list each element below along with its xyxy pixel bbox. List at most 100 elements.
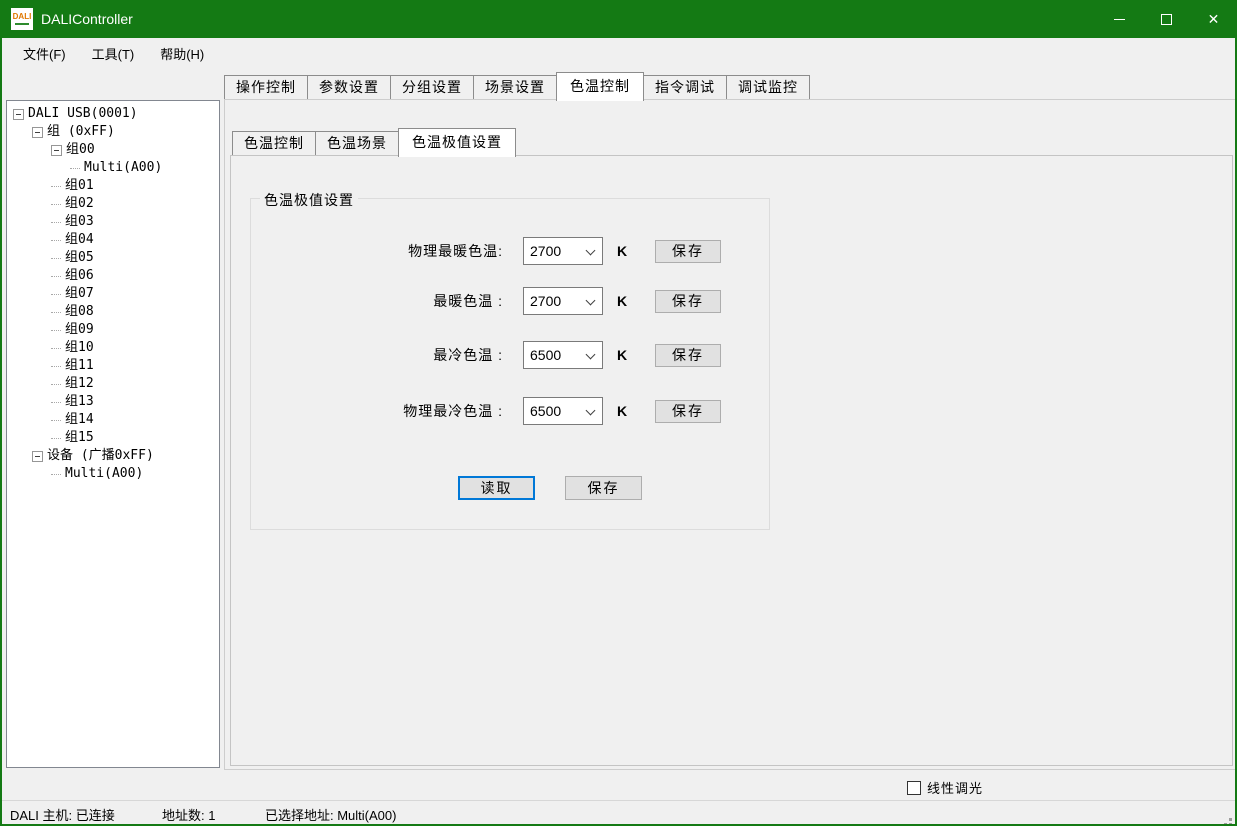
tree-item-group04[interactable]: 组04 [7, 231, 219, 249]
tree-item-group15[interactable]: 组15 [7, 429, 219, 447]
tab-parameter-settings[interactable]: 参数设置 [307, 75, 391, 99]
tree-item-group10[interactable]: 组10 [7, 339, 219, 357]
tree-connector [51, 240, 61, 241]
chevron-down-icon [586, 296, 596, 306]
device-tree: DALI USB(0001) 组 (0xFF) 组00 Multi(A00) 组… [6, 100, 220, 768]
resize-grip[interactable] [1229, 818, 1232, 821]
menu-help[interactable]: 帮助(H) [147, 40, 217, 67]
tree-item-group08[interactable]: 组08 [7, 303, 219, 321]
save-physical-warmest-button[interactable]: 保存 [655, 240, 721, 263]
chevron-down-icon [586, 406, 596, 416]
save-physical-coolest-button[interactable]: 保存 [655, 400, 721, 423]
collapse-icon[interactable] [51, 145, 62, 156]
warmest-select[interactable]: 2700 [523, 287, 603, 315]
unit-label: K [617, 403, 631, 419]
app-icon-bar [15, 23, 29, 25]
tree-item-group-root[interactable]: 组 (0xFF) [7, 123, 219, 141]
tree-connector [51, 330, 61, 331]
tree-connector [70, 168, 80, 169]
linear-dimming-label: 线性调光 [927, 778, 983, 797]
save-all-button[interactable]: 保存 [565, 476, 642, 500]
tree-item-group13[interactable]: 组13 [7, 393, 219, 411]
close-button[interactable]: ✕ [1190, 0, 1237, 38]
combo-value: 2700 [530, 293, 561, 309]
menu-tools[interactable]: 工具(T) [79, 40, 148, 67]
tree-connector [51, 312, 61, 313]
collapse-icon[interactable] [32, 127, 43, 138]
coolest-select[interactable]: 6500 [523, 341, 603, 369]
tree-connector [51, 276, 61, 277]
tree-item-group11[interactable]: 组11 [7, 357, 219, 375]
window-controls: ✕ [1096, 0, 1237, 38]
row-physical-warmest: 物理最暖色温: 2700 K 保存 [251, 237, 769, 265]
tab-scene-settings[interactable]: 场景设置 [473, 75, 557, 99]
tree-connector [51, 384, 61, 385]
read-button[interactable]: 读取 [458, 476, 535, 500]
status-selected-address: 已选择地址: Multi(A00) [265, 805, 396, 824]
subtab-color-temp-control[interactable]: 色温控制 [232, 131, 316, 155]
app-icon: DALI [11, 8, 33, 30]
status-host: DALI 主机: 已连接 [10, 805, 115, 824]
physical-coolest-select[interactable]: 6500 [523, 397, 603, 425]
physical-warmest-select[interactable]: 2700 [523, 237, 603, 265]
row-physical-coolest: 物理最冷色温 : 6500 K 保存 [251, 397, 769, 425]
collapse-icon[interactable] [32, 451, 43, 462]
sub-tabstrip: 色温控制 色温场景 色温极值设置 [232, 127, 515, 155]
tree-item-device-multi-a00[interactable]: Multi(A00) [7, 465, 219, 483]
app-window: DALI DALIController ✕ 文件(F) 工具(T) 帮助(H) … [0, 0, 1237, 826]
chevron-down-icon [586, 246, 596, 256]
statusbar: DALI 主机: 已连接 地址数: 1 已选择地址: Multi(A00) [2, 800, 1235, 824]
maximize-icon [1161, 14, 1172, 25]
main-tabstrip: 操作控制 参数设置 分组设置 场景设置 色温控制 指令调试 调试监控 [224, 72, 809, 99]
tree-item-group05[interactable]: 组05 [7, 249, 219, 267]
tree-connector [51, 294, 61, 295]
status-address-count: 地址数: 1 [162, 805, 215, 824]
chevron-down-icon [586, 350, 596, 360]
tree-item-group01[interactable]: 组01 [7, 177, 219, 195]
tree-item-multi-a00[interactable]: Multi(A00) [7, 159, 219, 177]
tree-item-group12[interactable]: 组12 [7, 375, 219, 393]
subtab-color-temp-limits[interactable]: 色温极值设置 [398, 128, 516, 157]
warmest-label: 最暖色温 : [251, 291, 503, 311]
save-coolest-button[interactable]: 保存 [655, 344, 721, 367]
tree-item-group02[interactable]: 组02 [7, 195, 219, 213]
tree-item-dali-usb[interactable]: DALI USB(0001) [7, 105, 219, 123]
unit-label: K [617, 347, 631, 363]
titlebar: DALI DALIController ✕ [0, 0, 1237, 38]
tree-item-group09[interactable]: 组09 [7, 321, 219, 339]
tab-color-temp-control[interactable]: 色温控制 [556, 72, 644, 101]
minimize-button[interactable] [1096, 0, 1143, 38]
menu-file[interactable]: 文件(F) [10, 40, 79, 67]
combo-value: 6500 [530, 403, 561, 419]
app-icon-text: DALI [13, 13, 32, 21]
row-warmest: 最暖色温 : 2700 K 保存 [251, 287, 769, 315]
tree-item-group03[interactable]: 组03 [7, 213, 219, 231]
tree-connector [51, 402, 61, 403]
tree-connector [51, 222, 61, 223]
tree-item-device-broadcast[interactable]: 设备 (广播0xFF) [7, 447, 219, 465]
tree-item-group14[interactable]: 组14 [7, 411, 219, 429]
tab-debug-monitor[interactable]: 调试监控 [726, 75, 810, 99]
tree-item-group00[interactable]: 组00 [7, 141, 219, 159]
coolest-label: 最冷色温 : [251, 345, 503, 365]
minimize-icon [1114, 19, 1125, 20]
subtab-color-temp-scene[interactable]: 色温场景 [315, 131, 399, 155]
groupbox-actions: 读取 保存 [251, 476, 769, 500]
combo-value: 2700 [530, 243, 561, 259]
menubar: 文件(F) 工具(T) 帮助(H) [2, 38, 1235, 68]
save-warmest-button[interactable]: 保存 [655, 290, 721, 313]
close-icon: ✕ [1208, 11, 1220, 28]
tab-operation-control[interactable]: 操作控制 [224, 75, 308, 99]
row-coolest: 最冷色温 : 6500 K 保存 [251, 341, 769, 369]
physical-coolest-label: 物理最冷色温 : [251, 401, 503, 421]
tab-command-debug[interactable]: 指令调试 [643, 75, 727, 99]
tree-item-group06[interactable]: 组06 [7, 267, 219, 285]
tree-connector [51, 438, 61, 439]
tree-connector [51, 366, 61, 367]
linear-dimming-checkbox[interactable] [907, 781, 921, 795]
physical-warmest-label: 物理最暖色温: [251, 241, 503, 261]
tree-item-group07[interactable]: 组07 [7, 285, 219, 303]
maximize-button[interactable] [1143, 0, 1190, 38]
tab-grouping-settings[interactable]: 分组设置 [390, 75, 474, 99]
collapse-icon[interactable] [13, 109, 24, 120]
